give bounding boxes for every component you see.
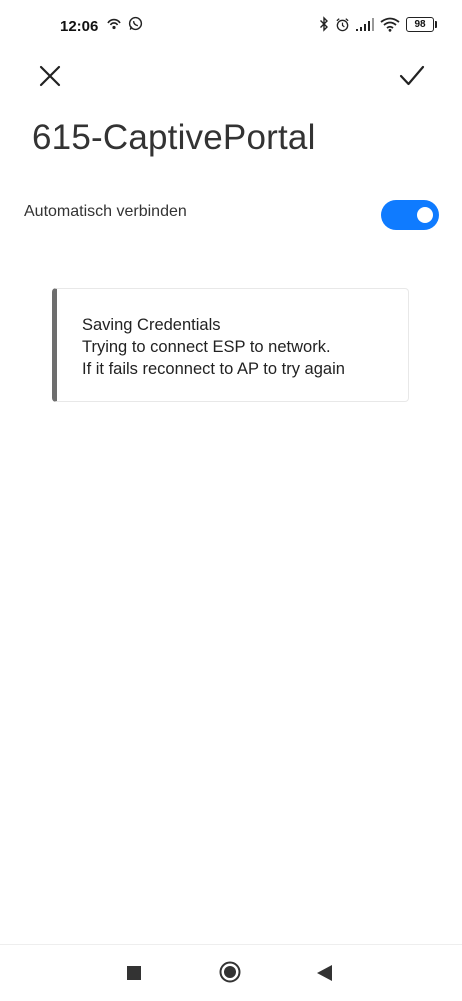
captive-portal-message-card: Saving Credentials Trying to connect ESP… bbox=[52, 288, 409, 402]
home-button[interactable] bbox=[219, 961, 241, 988]
toggle-knob bbox=[417, 207, 433, 223]
message-text: Saving Credentials Trying to connect ESP… bbox=[82, 314, 345, 380]
message-line: If it fails reconnect to AP to try again bbox=[82, 360, 345, 378]
status-bar: 12:06 98 bbox=[0, 0, 462, 52]
auto-connect-row: Automatisch verbinden bbox=[24, 200, 439, 230]
auto-connect-toggle[interactable] bbox=[381, 200, 439, 230]
network-ssid-title: 615-CaptivePortal bbox=[32, 118, 316, 157]
close-button[interactable] bbox=[36, 62, 64, 90]
whatsapp-icon bbox=[128, 16, 143, 31]
back-button[interactable] bbox=[317, 965, 332, 986]
status-time: 12:06 bbox=[60, 18, 99, 35]
check-icon bbox=[399, 65, 425, 86]
message-line: Trying to connect ESP to network. bbox=[82, 338, 331, 356]
recents-square-icon bbox=[127, 966, 141, 980]
auto-connect-label: Automatisch verbinden bbox=[24, 203, 187, 220]
save-button[interactable] bbox=[398, 62, 426, 90]
close-icon bbox=[39, 65, 61, 87]
alarm-icon bbox=[336, 17, 349, 31]
wifi-icon bbox=[380, 17, 400, 32]
bluetooth-icon bbox=[320, 16, 328, 32]
hotspot-icon bbox=[107, 18, 121, 29]
battery-icon: 98 bbox=[406, 16, 437, 32]
home-circle-icon bbox=[219, 961, 241, 983]
message-line: Saving Credentials bbox=[82, 316, 221, 334]
navigation-bar bbox=[0, 944, 462, 1001]
back-triangle-icon bbox=[317, 965, 332, 981]
signal-icon bbox=[356, 17, 374, 31]
recents-button[interactable] bbox=[127, 966, 141, 985]
